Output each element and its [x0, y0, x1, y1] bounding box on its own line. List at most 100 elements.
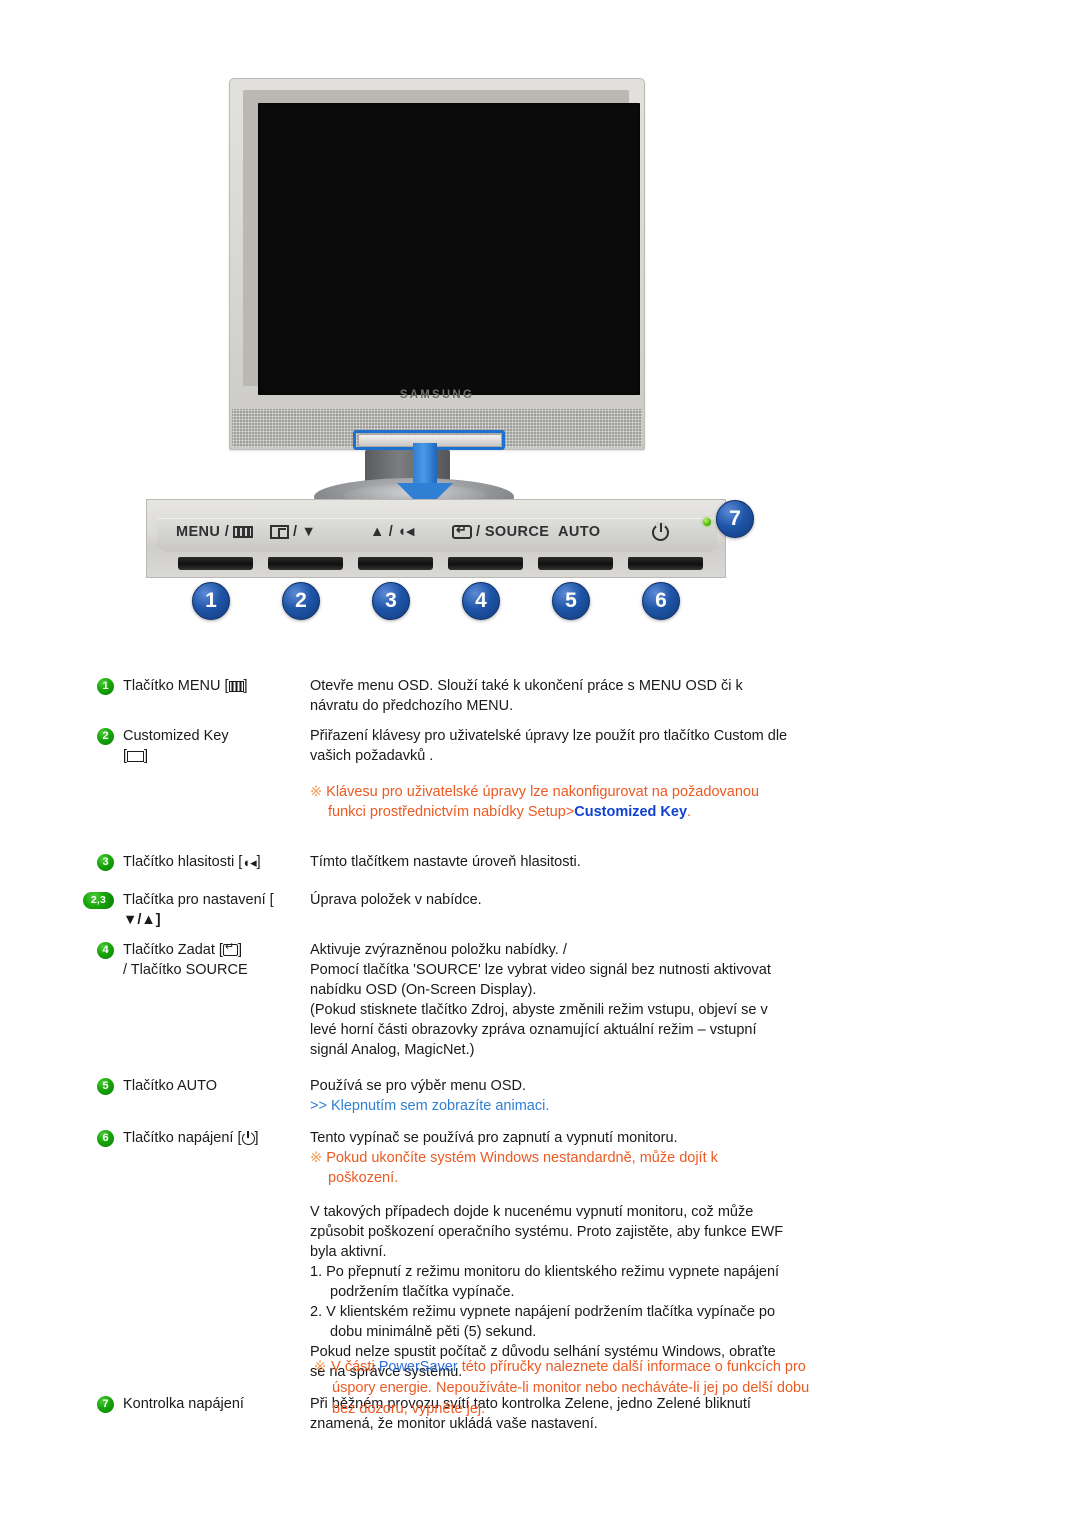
panel-slash-2: / — [388, 524, 394, 540]
panel-label-power — [652, 522, 669, 541]
note-text-b: . — [687, 804, 692, 820]
enter-desc-line-1: Aktivuje zvýrazněnou položku nabídky. / — [310, 942, 567, 958]
panel-label-volume: ▲ / ◖◂ — [370, 524, 415, 540]
power-step-1: 1. Po přepnutí z režimu monitoru do klie… — [310, 1264, 780, 1300]
volume-icon: ◖◂ — [397, 523, 415, 540]
enter-desc-line-2: Pomocí tlačítka 'SOURCE' lze vybrat vide… — [310, 962, 771, 998]
auto-desc-text: Používá se pro výběr menu OSD. — [310, 1078, 526, 1094]
panel-button-6[interactable] — [628, 557, 703, 570]
power-step-2: 2. V klientském režimu vypnete napájení … — [310, 1304, 776, 1340]
customized-key-note: ※ Klávesu pro uživatelské úpravy lze nako… — [310, 782, 790, 822]
bullet-badge-6: 6 — [97, 1130, 114, 1147]
powersaver-link[interactable]: PowerSaver — [379, 1359, 458, 1375]
bullet-cell-3: 3 — [0, 852, 123, 871]
row-label-customized-key: Customized Key [] — [123, 726, 310, 766]
panel-slash-1: / — [293, 524, 298, 540]
volume-label-text: Tlačítko hlasitosti [ — [123, 854, 243, 870]
enter-icon — [452, 523, 472, 539]
bullet-badge-3: 3 — [97, 854, 114, 871]
footer-text-a: V části — [331, 1359, 379, 1375]
row-desc-menu: Otevře menu OSD. Slouží také k ukončení … — [310, 678, 743, 714]
panel-label-auto: AUTO — [558, 524, 600, 540]
row-desc-auto: Používá se pro výběr menu OSD. >> Klepnu… — [310, 1076, 790, 1116]
enter-label-line1: Tlačítko Zadat [] — [123, 940, 310, 960]
customized-key-icon — [127, 751, 145, 762]
panel-label-customized: / ▼ — [270, 524, 316, 540]
row-desc-power: Tento vypínač se používá pro zapnutí a v… — [310, 1128, 790, 1382]
animation-link[interactable]: >> Klepnutím sem zobrazíte animaci. — [310, 1096, 790, 1116]
row-desc-customized-key: Přiřazení klávesy pro uživatelské úpravy… — [310, 726, 790, 822]
row-label-power-indicator: Kontrolka napájení — [123, 1396, 244, 1412]
callout-1: 1 — [192, 582, 230, 620]
power-body-text: V takových případech dojde k nucenému vy… — [310, 1204, 784, 1260]
row-desc-enter-source: Aktivuje zvýrazněnou položku nabídky. / … — [310, 940, 790, 1060]
table-row-adjust: 2,3 Tlačítka pro nastavení [ ▼/▲] Úprava… — [0, 890, 1080, 930]
bullet-cell-4: 4 — [0, 940, 123, 959]
bullet-badge-2-3: 2,3 — [83, 892, 114, 909]
bullet-badge-1: 1 — [97, 678, 114, 695]
volume-label-close: ] — [256, 854, 261, 870]
bullet-cell-7: 7 — [0, 1394, 123, 1413]
bullet-cell-2: 2 — [0, 726, 123, 745]
bullet-cell-6: 6 — [0, 1128, 123, 1147]
monitor-illustration: SAMSUNG — [0, 0, 1080, 520]
bullet-badge-2: 2 — [97, 728, 114, 745]
samsung-logo: SAMSUNG — [399, 389, 475, 401]
adjust-label-line2: ▼/▲] — [123, 912, 161, 928]
row-desc-adjust: Úprava položek v nabídce. — [310, 892, 482, 908]
callout-7: 7 — [716, 500, 754, 538]
volume-icon: ◖◂ — [242, 855, 257, 870]
row-label-auto: Tlačítko AUTO — [123, 1078, 218, 1094]
panel-label-source: / SOURCE — [452, 523, 550, 540]
adjust-label-line1: Tlačítka pro nastavení [ — [123, 892, 274, 908]
up-triangle-icon: ▲ — [370, 524, 385, 540]
customized-key-text: Customized Key — [123, 728, 229, 744]
customized-key-icon-line: [] — [123, 746, 310, 766]
row-label-adjust: Tlačítka pro nastavení [ ▼/▲] — [123, 890, 310, 930]
note-text-a: Klávesu pro uživatelské úpravy lze nakon… — [326, 784, 760, 820]
table-row-volume: 3 Tlačítko hlasitosti [◖◂] Tímto tlačítk… — [0, 852, 1080, 872]
menu-grid-icon — [228, 681, 244, 692]
row-label-enter-source: Tlačítko Zadat [] / Tlačítko SOURCE — [123, 940, 310, 980]
bullet-badge-5: 5 — [97, 1078, 114, 1095]
enter-label-line2: / Tlačítko SOURCE — [123, 962, 248, 978]
power-warning-note: ※ Pokud ukončíte systém Windows nestanda… — [310, 1148, 790, 1188]
menu-label-close: ] — [243, 678, 248, 694]
panel-button-3[interactable] — [358, 557, 433, 570]
bullet-cell-5: 5 — [0, 1076, 123, 1095]
panel-button-2[interactable] — [268, 557, 343, 570]
power-desc-text: Tento vypínač se používá pro zapnutí a v… — [310, 1130, 678, 1146]
callout-4: 4 — [462, 582, 500, 620]
row-desc-volume: Tímto tlačítkem nastavte úroveň hlasitos… — [310, 854, 581, 870]
note-mark-icon: ※ — [310, 1150, 323, 1166]
callout-5: 5 — [552, 582, 590, 620]
bullet-badge-7: 7 — [97, 1396, 114, 1413]
enter-label-close: ] — [237, 942, 242, 958]
panel-menu-text: MENU / — [176, 524, 230, 540]
table-row-power: 6 Tlačítko napájení [] Tento vypínač se … — [0, 1128, 1080, 1382]
note-mark-icon: ※ — [310, 784, 323, 800]
panel-source-text: / SOURCE — [476, 524, 550, 540]
menu-grid-icon — [233, 526, 254, 538]
panel-button-1[interactable] — [178, 557, 253, 570]
bullet-cell-1: 1 — [0, 676, 123, 695]
table-row-menu: 1 Tlačítko MENU [] Otevře menu OSD. Slou… — [0, 676, 1080, 716]
row-label-volume: Tlačítko hlasitosti [◖◂] — [123, 852, 310, 872]
monitor-screen — [258, 103, 640, 395]
customized-key-desc: Přiřazení klávesy pro uživatelské úpravy… — [310, 728, 788, 764]
callout-2: 2 — [282, 582, 320, 620]
note-mark-icon: ※ — [314, 1359, 327, 1375]
down-triangle-icon: ▼ — [301, 524, 317, 540]
enter-desc-line-3: (Pokud stisknete tlačítko Zdroj, abyste … — [310, 1002, 768, 1058]
callout-6: 6 — [642, 582, 680, 620]
callout-3: 3 — [372, 582, 410, 620]
button-description-table: 1 Tlačítko MENU [] Otevře menu OSD. Slou… — [0, 676, 1080, 1444]
enter-label-text: Tlačítko Zadat [ — [123, 942, 223, 958]
power-label-text: Tlačítko napájení [ — [123, 1130, 242, 1146]
table-row-customized-key: 2 Customized Key [] Přiřazení klávesy pr… — [0, 726, 1080, 822]
menu-label-text: Tlačítko MENU [ — [123, 678, 229, 694]
panel-button-4[interactable] — [448, 557, 523, 570]
panel-button-5[interactable] — [538, 557, 613, 570]
enter-icon — [222, 941, 238, 956]
monitor-bezel — [243, 90, 640, 395]
